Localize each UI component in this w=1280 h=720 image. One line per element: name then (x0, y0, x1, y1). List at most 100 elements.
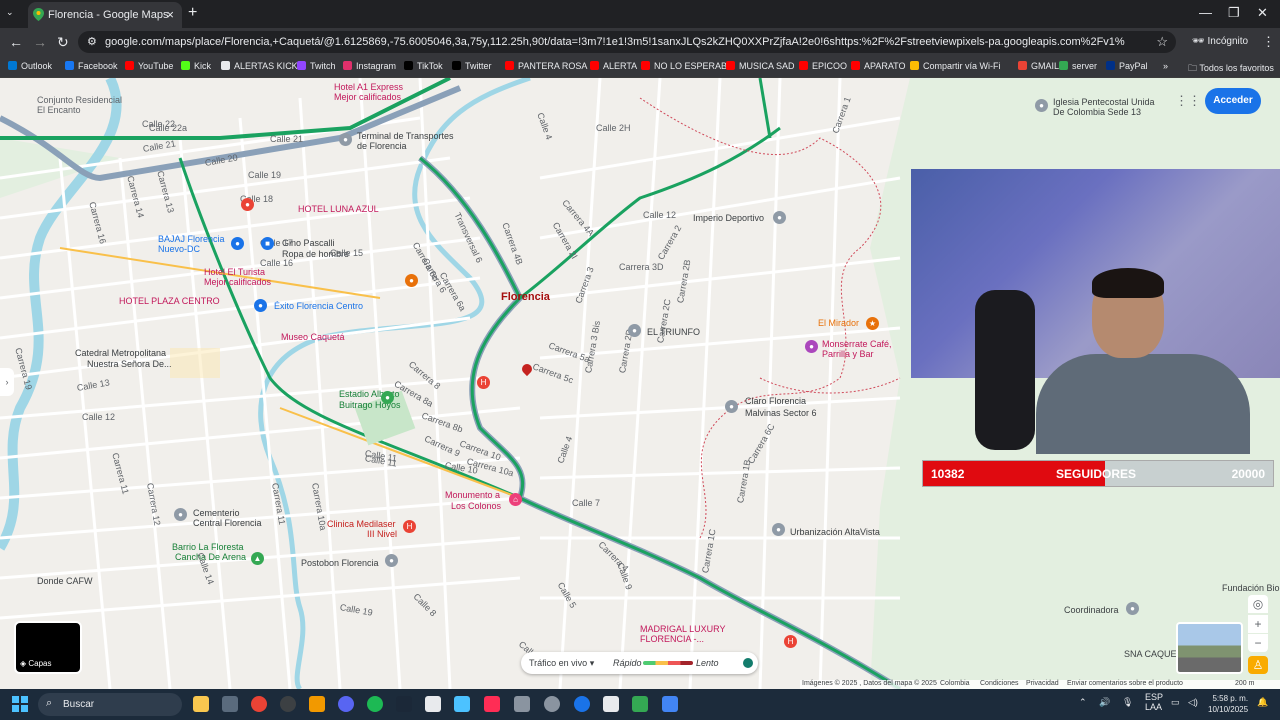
bookmark-item[interactable]: PayPal (1106, 61, 1148, 71)
attribution-link[interactable]: Privacidad (1026, 680, 1059, 687)
new-tab-icon[interactable]: + (188, 4, 197, 22)
map-place-label[interactable]: Cementerio (193, 508, 240, 518)
church-icon[interactable]: ● (1035, 99, 1048, 112)
taskbar-search[interactable]: ⌕ Buscar (38, 693, 182, 716)
bus-icon[interactable]: ● (339, 133, 352, 146)
map-place-label[interactable]: Parrilla y Bar (822, 349, 874, 359)
map-place-label[interactable]: Mejor calificados (204, 277, 271, 287)
minecraft-icon[interactable] (632, 696, 648, 712)
bookmark-item[interactable]: GMAILL (1018, 61, 1064, 71)
map-place-label[interactable]: MADRIGAL LUXURY (640, 624, 726, 634)
traffic-live-dropdown[interactable]: Tráfico en vivo ▾ (529, 658, 594, 669)
place-icon[interactable]: ● (174, 508, 187, 521)
back-icon[interactable]: ← (9, 34, 23, 50)
steam-icon[interactable] (396, 696, 412, 712)
bar-icon[interactable]: ● (805, 340, 818, 353)
forward-icon[interactable]: → (33, 34, 47, 50)
map-place-label[interactable]: de Florencia (357, 141, 407, 151)
app-icon[interactable] (454, 696, 470, 712)
app-icon[interactable] (514, 696, 530, 712)
obs-icon[interactable] (280, 696, 296, 712)
monument-icon[interactable]: ⌂ (509, 493, 522, 506)
map-place-label[interactable]: BAJAJ Florencia (158, 234, 225, 244)
map-place-label[interactable]: Los Colonos (451, 501, 501, 511)
map-place-label[interactable]: Nuevo-DC (158, 244, 200, 254)
bookmark-item[interactable]: Twitter (452, 61, 492, 71)
place-icon[interactable]: ● (1126, 602, 1139, 615)
bookmark-item[interactable]: PANTERA ROSA (505, 61, 587, 71)
bookmark-item[interactable]: APARATO (851, 61, 906, 71)
map-place-label[interactable]: Central Florencia (193, 518, 262, 528)
map-place-label[interactable]: Monumento a (445, 490, 500, 500)
map-place-label[interactable]: Iglesia Pentecostal Unida (1053, 97, 1155, 107)
site-info-icon[interactable]: ⚙ (87, 35, 97, 48)
bookmark-item[interactable]: ALERTA (590, 61, 637, 71)
map-place-label[interactable]: Museo Caquetá (281, 332, 345, 342)
traffic-toggle[interactable] (743, 658, 753, 668)
bookmark-item[interactable]: Instagram (343, 61, 396, 71)
bookmark-item[interactable]: MUSICA SAD (726, 61, 795, 71)
bookmark-item[interactable]: ALERTAS KICK (221, 61, 298, 71)
browser-menu-icon[interactable]: ⋮ (1262, 34, 1275, 50)
map-place-label[interactable]: Catedral Metropolitana (75, 348, 166, 358)
map-place-label[interactable]: El Mirador (818, 318, 859, 328)
volume-icon[interactable]: ◁) (1188, 697, 1198, 708)
map-place-label[interactable]: Claro Florencia (745, 396, 806, 406)
windows-start-icon[interactable] (12, 696, 28, 712)
tiktok-icon[interactable] (484, 696, 500, 712)
zoom-in-button[interactable]: + (1248, 615, 1268, 633)
shopping-icon[interactable]: ● (231, 237, 244, 250)
restaurant-icon[interactable]: ● (405, 274, 418, 287)
shopping-icon[interactable]: ● (254, 299, 267, 312)
map-place-label[interactable]: Postobon Florencia (301, 558, 379, 568)
bookmark-item[interactable]: YouTube (125, 61, 173, 71)
zoom-out-button[interactable]: − (1248, 634, 1268, 652)
map-place-label[interactable]: De Colombia Sede 13 (1053, 107, 1141, 117)
bookmark-item[interactable]: NO LO ESPERABA (641, 61, 733, 71)
viewpoint-icon[interactable]: ★ (866, 317, 879, 330)
attribution-link[interactable]: Condiciones (980, 680, 1019, 687)
bookmark-item[interactable]: Outlook (8, 61, 52, 71)
map-place-label[interactable]: Terminal de Transportes (357, 131, 454, 141)
map-place-label[interactable]: Donde CAFW (37, 576, 93, 586)
bookmark-star-icon[interactable]: ☆ (1156, 34, 1168, 50)
bookmark-item[interactable]: EPICOO (799, 61, 847, 71)
attribution-link[interactable]: Colombia (940, 680, 970, 687)
map-place-label[interactable]: Clinica Medilaser (327, 519, 396, 529)
speaker-icon[interactable]: 🔊 (1099, 697, 1110, 708)
map-place-label[interactable]: Nuestra Señora De... (87, 359, 172, 369)
my-location-icon[interactable]: ◎ (1248, 595, 1268, 613)
attribution-link[interactable]: Enviar comentarios sobre el producto (1067, 680, 1183, 687)
map-place-label[interactable]: HOTEL PLAZA CENTRO (119, 296, 220, 306)
map-place-label[interactable]: FLORENCIA -... (640, 634, 704, 644)
map-place-label[interactable]: Mejor calificados (334, 92, 401, 102)
map-place-label[interactable]: Hotel El Turista (204, 267, 265, 277)
notifications-icon[interactable]: 🔔 (1257, 697, 1268, 708)
store-icon[interactable]: ■ (261, 237, 274, 250)
map-place-label[interactable]: III Nivel (367, 529, 397, 539)
map-place-label[interactable]: El Encanto (37, 105, 81, 115)
tab-search-icon[interactable]: ⌄ (6, 7, 14, 18)
sign-in-button[interactable]: Acceder (1205, 88, 1261, 114)
bookmarks-overflow-icon[interactable]: » (1163, 61, 1168, 71)
capcut-icon[interactable] (603, 696, 619, 712)
pegman-icon[interactable]: ♙ (1248, 656, 1268, 674)
layers-button[interactable]: ◈ Capas (14, 621, 82, 674)
map-place-label[interactable]: Imperio Deportivo (693, 213, 764, 223)
place-icon[interactable]: ● (773, 211, 786, 224)
map-place-label[interactable]: Malvinas Sector 6 (745, 408, 817, 418)
tray-chevron-icon[interactable]: ⌃ (1079, 697, 1087, 708)
bookmark-item[interactable]: Twitch (297, 61, 336, 71)
store-icon[interactable] (222, 696, 238, 712)
app-icon[interactable] (309, 696, 325, 712)
network-icon[interactable]: ▭ (1171, 697, 1180, 708)
map-place-label[interactable]: Hotel A1 Express (334, 82, 403, 92)
settings-icon[interactable] (544, 696, 560, 712)
city-label[interactable]: Florencia (501, 291, 550, 303)
window-close-icon[interactable]: ✕ (1257, 5, 1268, 21)
place-icon[interactable]: ● (772, 523, 785, 536)
hospital-icon[interactable]: H (784, 635, 797, 648)
street-view-thumbnail[interactable] (1176, 622, 1243, 674)
map-place-label[interactable]: Barrio La Floresta (172, 542, 244, 552)
map-place-label[interactable]: Monserrate Café, (822, 339, 892, 349)
